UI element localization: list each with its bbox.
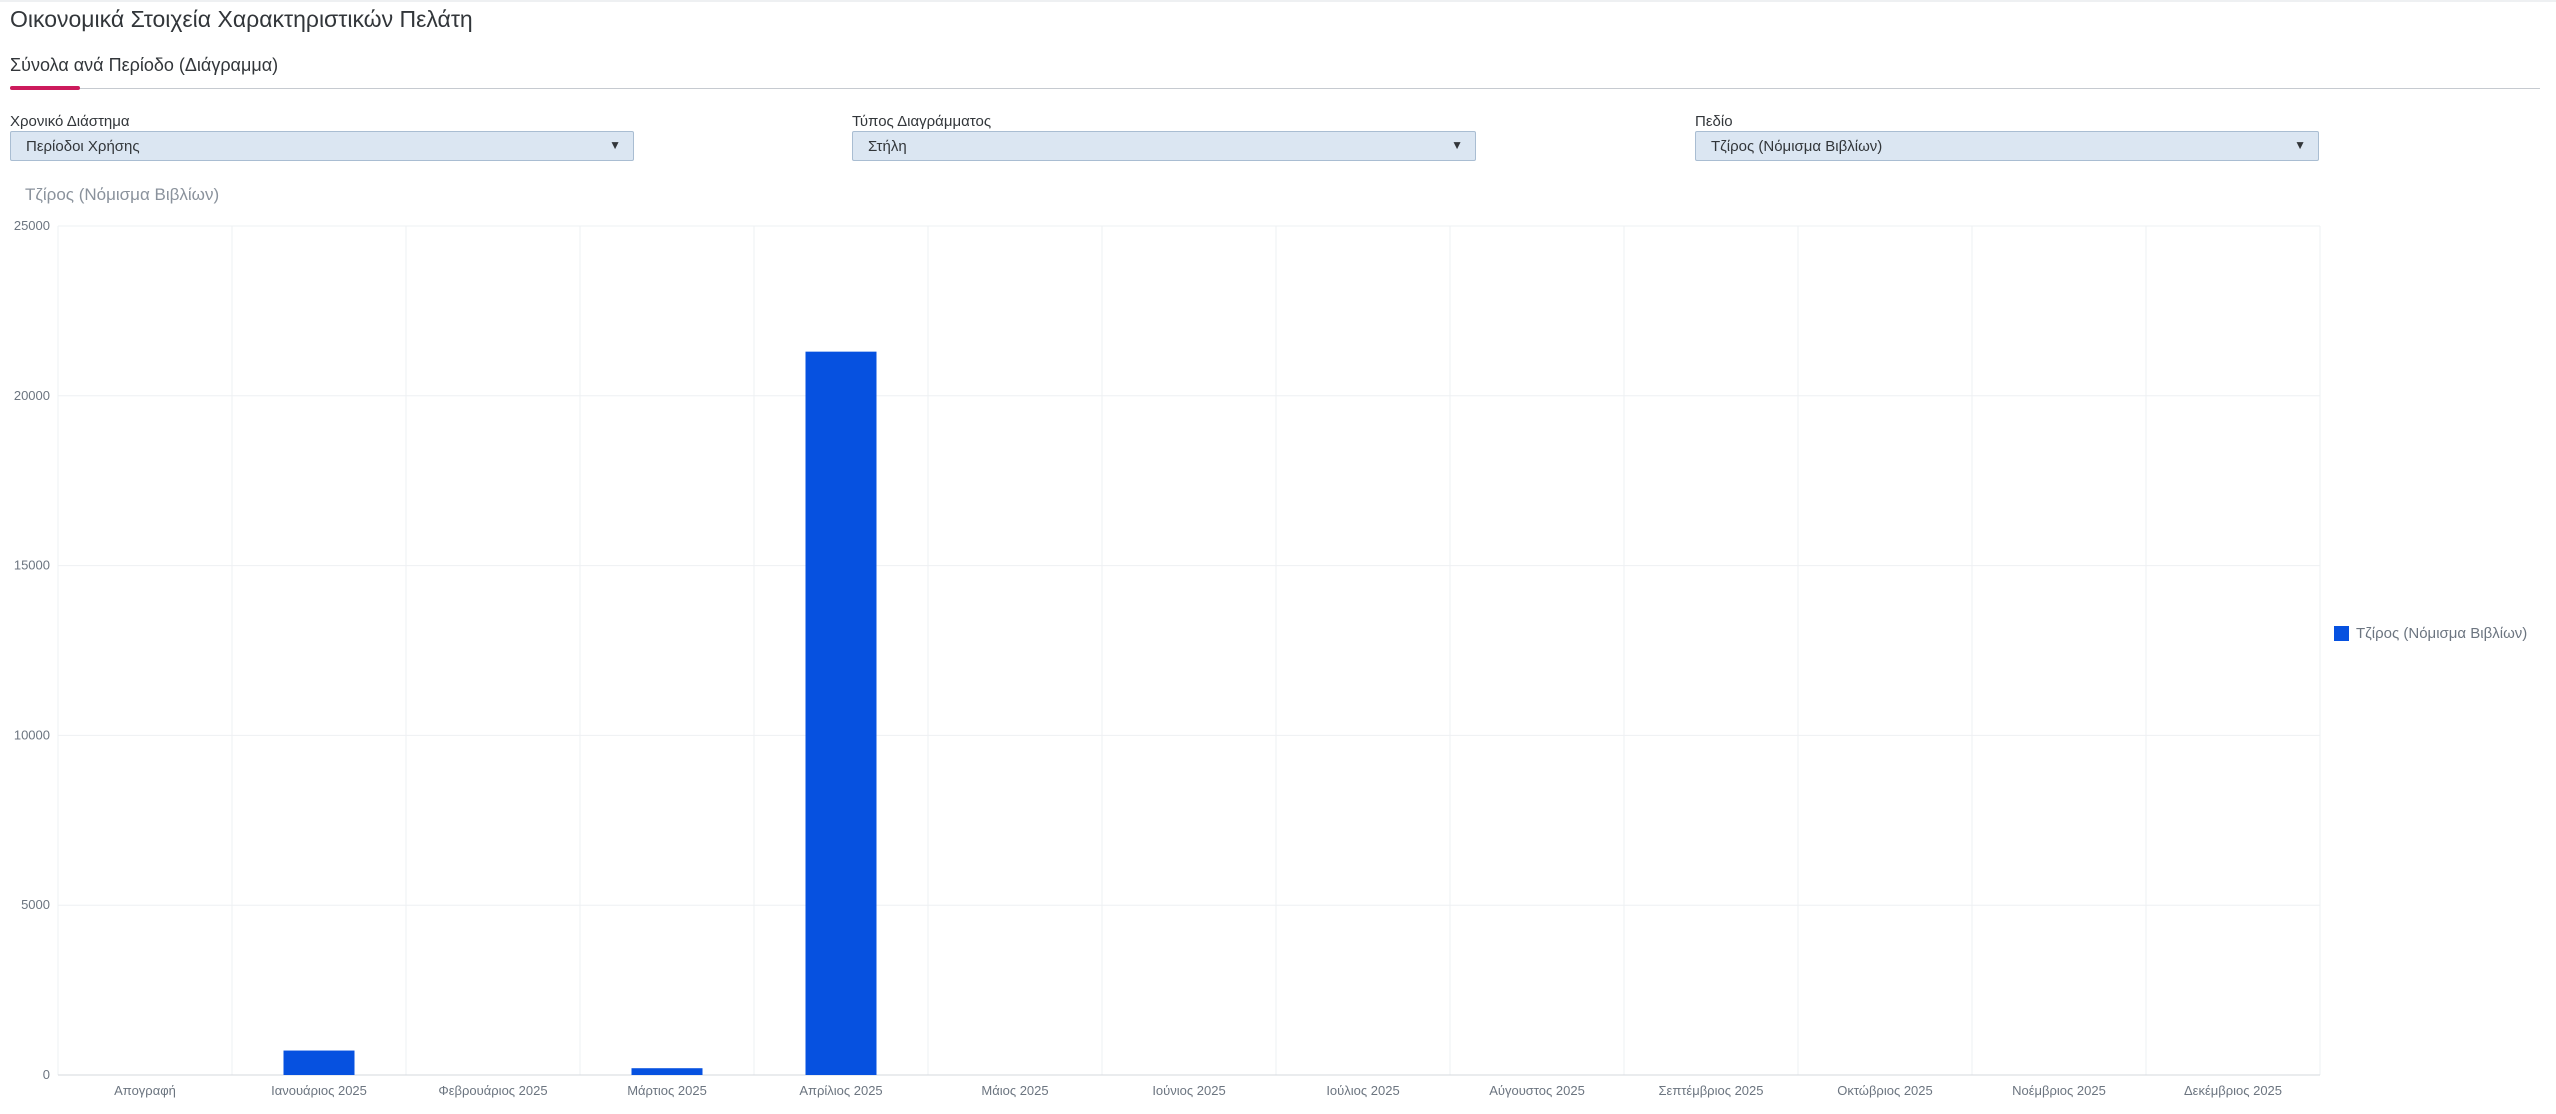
x-tick-label: Μάρτιος 2025 — [627, 1083, 707, 1098]
period-select-value: Περίοδοι Χρήσης — [26, 138, 140, 155]
x-tick-label: Δεκέμβριος 2025 — [2184, 1083, 2282, 1098]
period-label: Χρονικό Διάστημα — [10, 113, 130, 130]
dropdown-caret-icon: ▼ — [1451, 138, 1463, 152]
x-tick-label: Μάιος 2025 — [981, 1083, 1048, 1098]
y-tick-label: 10000 — [14, 727, 50, 742]
page-title: Οικονομικά Στοιχεία Χαρακτηριστικών Πελά… — [10, 6, 473, 32]
chart-type-label: Τύπος Διαγράμματος — [852, 113, 992, 130]
legend-item-turnover: Τζίρος (Νόμισμα Βιβλίων) — [2356, 625, 2528, 642]
x-tick-label: Σεπτέμβριος 2025 — [1658, 1083, 1763, 1098]
x-tick-label: Ιούλιος 2025 — [1326, 1083, 1399, 1098]
tab-bar-divider — [10, 88, 2540, 89]
x-tick-label: Ιούνιος 2025 — [1152, 1083, 1225, 1098]
field-select[interactable]: Τζίρος (Νόμισμα Βιβλίων) ▼ — [1695, 131, 2319, 161]
period-select[interactable]: Περίοδοι Χρήσης ▼ — [10, 131, 634, 161]
bar-1 — [283, 1050, 355, 1075]
x-tick-label: Νοέμβριος 2025 — [2012, 1083, 2106, 1098]
field-label: Πεδίο — [1695, 113, 1733, 130]
y-tick-label: 25000 — [14, 218, 50, 233]
x-tick-label: Απογραφή — [114, 1083, 176, 1098]
turnover-bar-chart: 0 5000 10000 15000 20000 25000 Απογραφή Ιανουάρ… — [14, 218, 2321, 1098]
y-tick-label: 15000 — [14, 558, 50, 573]
x-tick-label: Απρίλιος 2025 — [799, 1083, 882, 1098]
dropdown-caret-icon: ▼ — [609, 138, 621, 152]
x-tick-label: Φεβρουάριος 2025 — [438, 1083, 547, 1098]
chart-type-select-value: Στήλη — [868, 138, 907, 155]
y-tick-label: 5000 — [21, 897, 50, 912]
x-tick-label: Ιανουάριος 2025 — [271, 1083, 367, 1098]
x-tick-label: Αύγουστος 2025 — [1489, 1083, 1585, 1098]
x-tick-label: Οκτώβριος 2025 — [1837, 1083, 1933, 1098]
bar-3 — [631, 1068, 703, 1075]
tab-totals-chart[interactable]: Σύνολα ανά Περίοδο (Διάγραμμα) — [10, 55, 278, 76]
chart-type-select[interactable]: Στήλη ▼ — [852, 131, 1476, 161]
legend-swatch — [2334, 626, 2349, 641]
y-tick-label: 0 — [43, 1067, 50, 1082]
dropdown-caret-icon: ▼ — [2294, 138, 2306, 152]
top-border — [0, 0, 2556, 2]
tab-active-indicator — [10, 86, 80, 90]
field-select-value: Τζίρος (Νόμισμα Βιβλίων) — [1711, 138, 1883, 155]
bar-4 — [805, 351, 877, 1075]
y-tick-label: 20000 — [14, 388, 50, 403]
y-axis-title: Τζίρος (Νόμισμα Βιβλίων) — [25, 185, 220, 204]
chart-legend[interactable]: Τζίρος (Νόμισμα Βιβλίων) — [2334, 625, 2527, 642]
